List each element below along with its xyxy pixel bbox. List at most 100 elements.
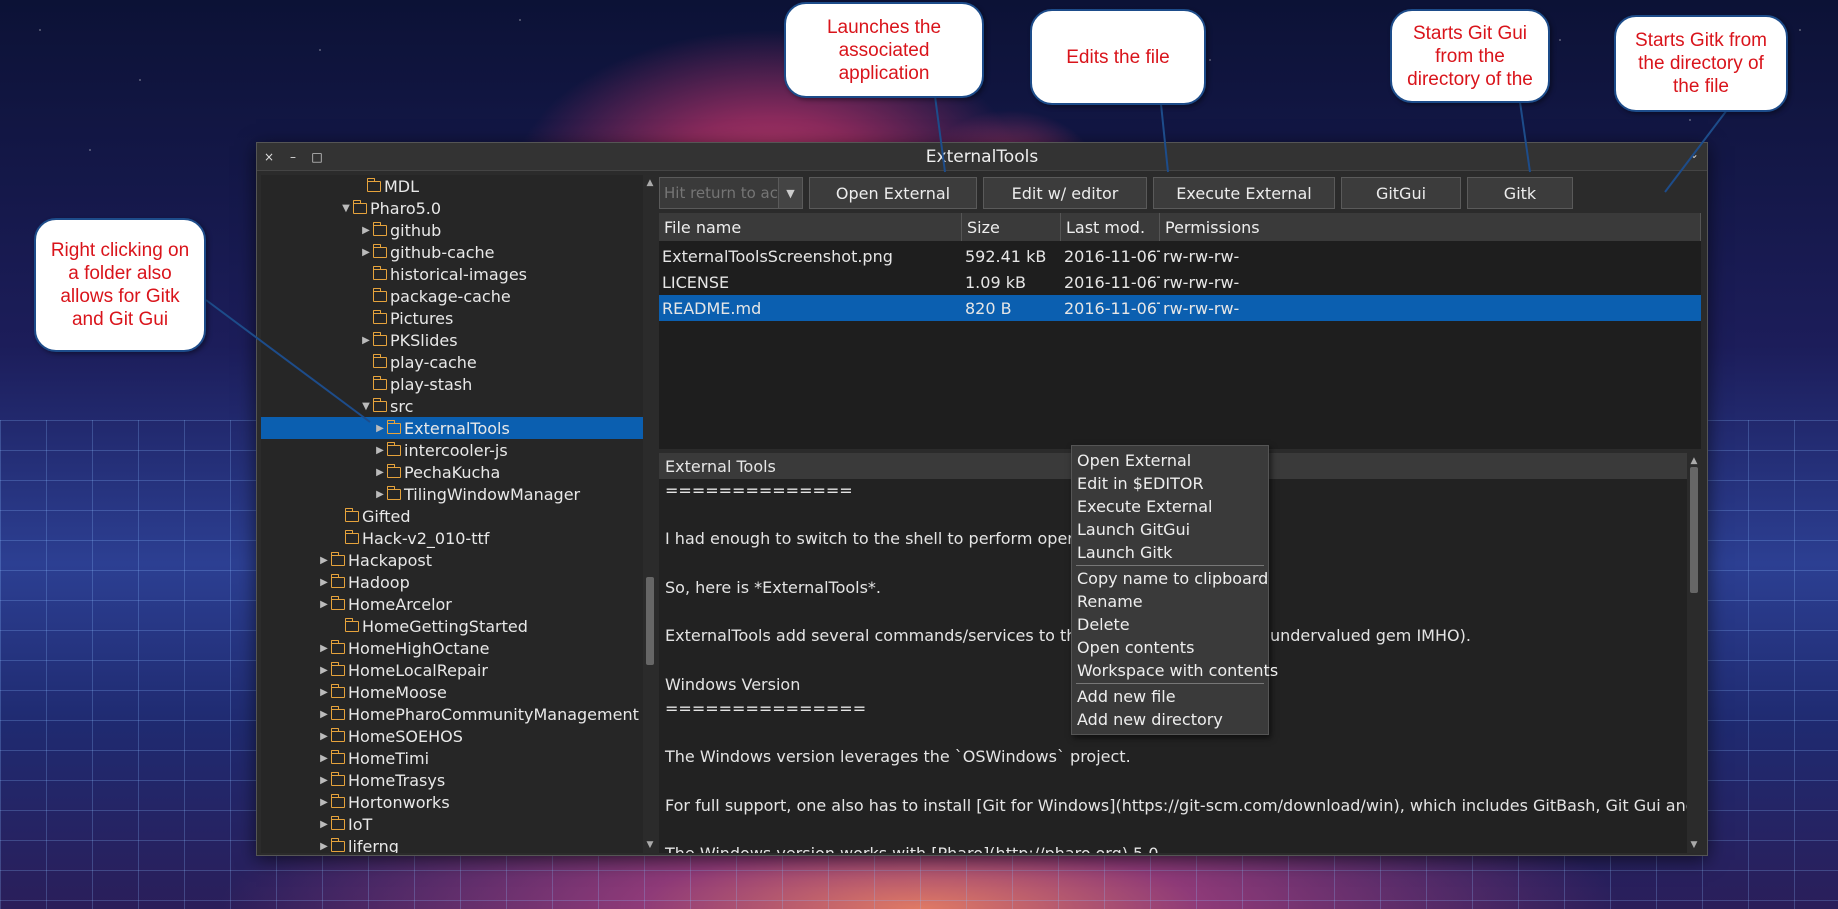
context-menu-item[interactable]: Delete <box>1072 613 1268 636</box>
gitk-button[interactable]: Gitk <box>1467 177 1573 209</box>
gitgui-button[interactable]: GitGui <box>1341 177 1461 209</box>
column-header-size[interactable]: Size <box>962 213 1061 241</box>
edit-with-editor-button[interactable]: Edit w/ editor <box>983 177 1147 209</box>
tree-row[interactable]: MDL <box>261 175 643 197</box>
scroll-down-icon[interactable]: ▼ <box>644 839 656 851</box>
tree-row[interactable]: ▶ intercooler-js <box>261 439 643 461</box>
table-row[interactable]: LICENSE 1.09 kB 2016-11-06T0rw-rw-rw- <box>659 269 1701 295</box>
content-line: =============== <box>665 698 867 718</box>
column-header-last-mod[interactable]: Last mod. <box>1061 213 1160 241</box>
tree-row[interactable]: ▼ src <box>261 395 643 417</box>
chevron-down-icon[interactable]: ▼ <box>778 178 802 208</box>
content-scrollbar[interactable]: ▲ ▼ <box>1687 453 1701 853</box>
context-menu-item[interactable]: Rename <box>1072 590 1268 613</box>
tree-row[interactable]: ▼ Pharo5.0 <box>261 197 643 219</box>
context-menu-item[interactable]: Launch Gitk <box>1072 541 1268 564</box>
open-external-button[interactable]: Open External <box>809 177 977 209</box>
tree-scrollbar[interactable]: ▲ ▼ <box>643 175 657 853</box>
collapsed-arrow-icon[interactable]: ▶ <box>317 687 331 698</box>
tree-row[interactable]: ▶ Hackapost <box>261 549 643 571</box>
expanded-arrow-icon[interactable]: ▼ <box>359 401 373 412</box>
tree-row[interactable]: ▶ TilingWindowManager <box>261 483 643 505</box>
collapsed-arrow-icon[interactable]: ▶ <box>359 335 373 346</box>
folder-icon <box>330 837 345 852</box>
window-titlebar[interactable]: × – □ ExternalTools ⌄ <box>257 143 1707 171</box>
collapsed-arrow-icon[interactable]: ▶ <box>317 709 331 720</box>
tree-row[interactable]: ▶ HomeLocalRepair <box>261 659 643 681</box>
tree-row[interactable]: ▶ Hortonworks <box>261 791 643 813</box>
search-input[interactable] <box>660 178 778 208</box>
tree-row[interactable]: ▶ PKSlides <box>261 329 643 351</box>
collapsed-arrow-icon[interactable]: ▶ <box>317 555 331 566</box>
collapsed-arrow-icon[interactable]: ▶ <box>317 731 331 742</box>
tree-row[interactable]: HomeGettingStarted <box>261 615 643 637</box>
tree-row[interactable]: Hack-v2_010-ttf <box>261 527 643 549</box>
scroll-up-icon[interactable]: ▲ <box>1688 455 1700 467</box>
search-field[interactable]: ▼ <box>659 177 803 209</box>
tree-row[interactable]: historical-images <box>261 263 643 285</box>
collapsed-arrow-icon[interactable]: ▶ <box>317 775 331 786</box>
tree-row[interactable]: ▶ HomeHighOctane <box>261 637 643 659</box>
tree-row[interactable]: Gifted <box>261 505 643 527</box>
context-menu-item[interactable]: Open contents <box>1072 636 1268 659</box>
maximize-icon[interactable]: □ <box>305 143 329 171</box>
scroll-down-icon[interactable]: ▼ <box>1688 839 1700 851</box>
window-menu-icon[interactable]: ⌄ <box>1689 147 1699 161</box>
context-menu-item[interactable]: Add new directory <box>1072 708 1268 731</box>
collapsed-arrow-icon[interactable]: ▶ <box>317 665 331 676</box>
execute-external-button[interactable]: Execute External <box>1153 177 1335 209</box>
tree-scroll-thumb[interactable] <box>646 577 654 665</box>
tree-row[interactable]: ▶ HomeSOEHOS <box>261 725 643 747</box>
collapsed-arrow-icon[interactable]: ▶ <box>317 753 331 764</box>
tree-row[interactable]: ▶ PechaKucha <box>261 461 643 483</box>
collapsed-arrow-icon[interactable]: ▶ <box>359 225 373 236</box>
context-menu-item[interactable]: Add new file <box>1072 685 1268 708</box>
context-menu-item[interactable]: Launch GitGui <box>1072 518 1268 541</box>
tree-row[interactable]: Pictures <box>261 307 643 329</box>
tree-row[interactable]: package-cache <box>261 285 643 307</box>
collapsed-arrow-icon[interactable]: ▶ <box>317 841 331 852</box>
tree-row[interactable]: ▶ HomePharoCommunityManagement <box>261 703 643 725</box>
tree-row[interactable]: ▶ HomeMoose <box>261 681 643 703</box>
minimize-icon[interactable]: – <box>281 143 305 171</box>
tree-row[interactable]: ▶ ExternalTools <box>261 417 643 439</box>
collapsed-arrow-icon[interactable]: ▶ <box>359 247 373 258</box>
tree-row[interactable]: ▶ HomeTimi <box>261 747 643 769</box>
table-row[interactable]: ExternalToolsScreenshot.png 592.41 kB 2016… <box>659 243 1701 269</box>
tree-row[interactable]: ▶ liferng <box>261 835 643 854</box>
content-scroll-thumb[interactable] <box>1690 467 1698 593</box>
collapsed-arrow-icon[interactable]: ▶ <box>317 643 331 654</box>
directory-tree[interactable]: MDL ▼ Pharo5.0 ▶ github ▶ github-cache historic… <box>261 175 643 853</box>
scroll-up-icon[interactable]: ▲ <box>644 177 656 189</box>
tree-row-label: historical-images <box>390 264 527 284</box>
tree-row[interactable]: ▶ IoT <box>261 813 643 835</box>
tree-row[interactable]: ▶ Hadoop <box>261 571 643 593</box>
collapsed-arrow-icon[interactable]: ▶ <box>317 819 331 830</box>
tree-row[interactable]: play-stash <box>261 373 643 395</box>
tree-row[interactable]: ▶ HomeTrasys <box>261 769 643 791</box>
tree-row[interactable]: ▶ github-cache <box>261 241 643 263</box>
collapsed-arrow-icon[interactable]: ▶ <box>317 797 331 808</box>
table-row[interactable]: README.md 820 B 2016-11-06T0rw-rw-rw- <box>659 295 1701 321</box>
tree-row[interactable]: ▶ HomeArcelor <box>261 593 643 615</box>
collapsed-arrow-icon[interactable]: ▶ <box>317 599 331 610</box>
tree-row[interactable]: ▶ github <box>261 219 643 241</box>
tree-row-label: HomeGettingStarted <box>362 616 528 636</box>
collapsed-arrow-icon[interactable]: ▶ <box>373 467 387 478</box>
collapsed-arrow-icon[interactable]: ▶ <box>373 423 387 434</box>
collapsed-arrow-icon[interactable]: ▶ <box>373 445 387 456</box>
close-icon[interactable]: × <box>257 143 281 171</box>
collapsed-arrow-icon[interactable]: ▶ <box>317 577 331 588</box>
collapsed-arrow-icon[interactable]: ▶ <box>373 489 387 500</box>
context-menu-item[interactable]: Execute External <box>1072 495 1268 518</box>
tree-row-label: github <box>390 220 442 240</box>
context-menu-item[interactable]: Edit in $EDITOR <box>1072 472 1268 495</box>
column-header-file-name[interactable]: File name <box>659 213 962 241</box>
context-menu-item[interactable]: Copy name to clipboard <box>1072 567 1268 590</box>
context-menu-item[interactable]: Open External <box>1072 449 1268 472</box>
folder-icon <box>330 749 345 764</box>
expanded-arrow-icon[interactable]: ▼ <box>339 203 353 214</box>
column-header-permissions[interactable]: Permissions <box>1160 213 1701 241</box>
context-menu-item[interactable]: Workspace with contents <box>1072 659 1278 682</box>
tree-row[interactable]: play-cache <box>261 351 643 373</box>
